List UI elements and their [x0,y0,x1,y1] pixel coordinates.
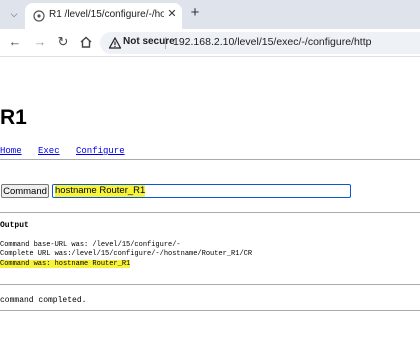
command-input[interactable]: hostname Router_R1 [52,184,351,198]
divider [0,284,420,285]
command-input-value: hostname Router_R1 [55,185,146,197]
new-tab-icon[interactable]: + [188,5,202,20]
output-line: Command was: hostname Router_R1 [0,260,131,269]
home-icon[interactable] [79,35,93,49]
output-line: Command base-URL was: /level/15/configur… [0,241,181,249]
link-configure[interactable]: Configure [76,146,125,156]
tab-title: R1 /level/15/configure/-/hostname [49,9,164,20]
warning-icon[interactable] [109,37,121,49]
address-toolbar: ← → ↻ Not secure 192.168.2.10/level/15/e… [0,29,420,57]
address-bar[interactable]: Not secure 192.168.2.10/level/15/exec/-/… [100,32,420,54]
output-label: Output [0,221,29,230]
reload-icon[interactable]: ↻ [56,35,70,49]
completion-status: command completed. [0,296,87,305]
close-icon[interactable]: ✕ [165,7,179,21]
divider [0,159,420,160]
security-label[interactable]: Not secure [123,36,175,47]
tab-bar: ⌵ R1 /level/15/configure/-/hostname ✕ + [0,0,420,29]
link-exec[interactable]: Exec [38,146,60,156]
favicon-icon [33,10,45,22]
tab-search-icon[interactable]: ⌵ [6,6,22,22]
divider [0,310,420,311]
url-text[interactable]: 192.168.2.10/level/15/exec/-/configure/h… [173,36,371,48]
forward-arrow-icon[interactable]: → [33,35,47,49]
output-line: Complete URL was:/level/15/configure/-/h… [0,250,253,258]
page-title: R1 [0,106,27,129]
output-line-highlight: Command was: hostname Router_R1 [0,260,131,268]
omnibox-divider [165,37,166,49]
divider [0,212,420,213]
link-home[interactable]: Home [0,146,22,156]
command-button[interactable]: Command [1,184,49,198]
back-arrow-icon[interactable]: ← [8,35,22,49]
tab-active[interactable]: R1 /level/15/configure/-/hostname ✕ [25,3,182,29]
